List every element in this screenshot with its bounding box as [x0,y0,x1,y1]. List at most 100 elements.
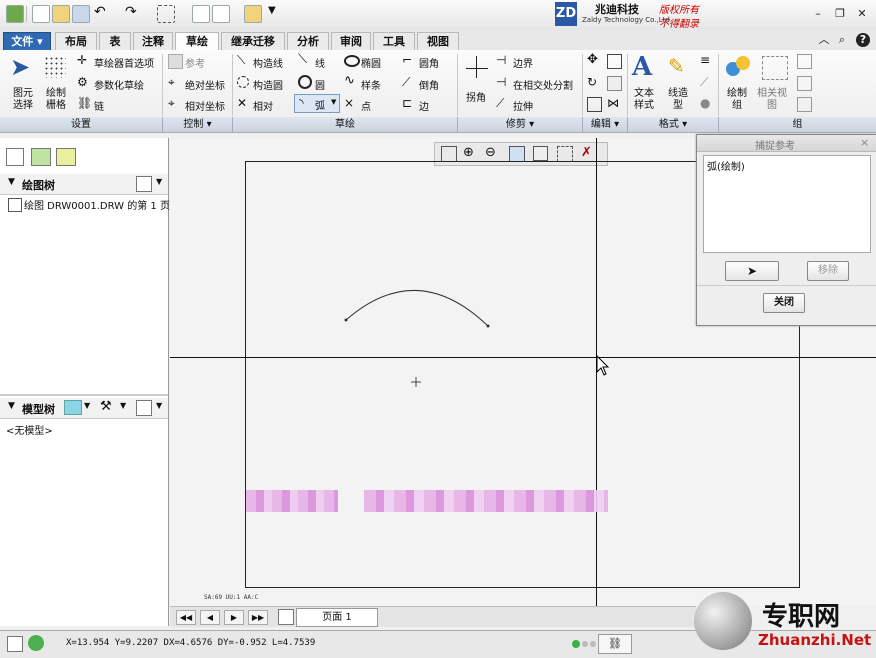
fillet-button[interactable]: 圆角 [419,55,439,70]
minimize-icon[interactable]: – [812,8,824,20]
format-more-icon[interactable]: ● [700,97,713,110]
new-page-icon[interactable] [278,609,294,625]
line-style-button[interactable]: 线造 型 [668,88,688,112]
windows-icon[interactable] [212,5,230,23]
group-trim-label[interactable]: 修剪 ▾ [458,117,583,132]
draw-group-button[interactable]: 绘制 组 [727,88,747,112]
tab-review[interactable]: 审阅 [331,32,371,50]
copy-icon[interactable] [607,54,622,69]
tab-legacy-migration[interactable]: 继承迁移 [221,32,285,50]
tools-dropdown-icon[interactable]: ▼ [120,401,126,410]
next-page-icon[interactable]: ▶ [224,610,244,625]
tab-file[interactable]: 文件 ▾ [3,32,51,50]
tools-icon[interactable]: ⚒ [100,399,112,414]
edge-button[interactable]: 边 [419,98,429,113]
model-settings-icon[interactable] [136,400,152,416]
model-settings-dropdown-icon[interactable]: ▼ [156,401,162,410]
constr-circle-button[interactable]: 构造圆 [253,77,283,92]
collapse-ribbon-icon[interactable]: ︿ [818,34,830,46]
select-reference-button[interactable]: ➤ [725,261,779,281]
point-button[interactable]: 点 [361,98,371,113]
help-icon[interactable]: ? [856,33,870,47]
tab-table[interactable]: 表 [99,32,131,50]
spline-button[interactable]: 样条 [361,77,381,92]
mirror-icon[interactable]: ⋈ [607,97,620,110]
group-edit-label[interactable]: 编辑 ▾ [583,117,628,132]
close-window-icon[interactable] [244,5,262,23]
scale-icon[interactable] [607,76,622,91]
layers-tab-icon[interactable] [31,148,51,166]
group-tool-icon-1[interactable] [797,54,812,69]
corner-button[interactable]: 拐角 [466,89,486,104]
tree-tab-icon[interactable] [6,148,24,166]
collapse-icon[interactable]: ▼ [8,177,15,187]
collapse-icon[interactable]: ▼ [8,401,15,411]
remove-button[interactable]: 移除 [807,261,849,281]
resize-icon[interactable] [587,97,602,112]
tab-tools[interactable]: 工具 [373,32,415,50]
reference-button[interactable]: 参考 [185,55,205,70]
select-box-icon[interactable] [157,5,175,23]
find-icon[interactable]: ⛓ [598,634,632,654]
drawing-tree-item[interactable]: 绘图 DRW0001.DRW 的第 1 页 [24,197,170,212]
tab-view[interactable]: 视图 [417,32,459,50]
app-icon[interactable] [6,5,24,23]
navigator-toggle-icon[interactable] [7,636,23,652]
arrow-style-icon[interactable]: ⟋ [700,76,713,89]
tab-sketch[interactable]: 草绘 [175,32,219,52]
ellipse-button[interactable]: 椭圆 [361,55,381,70]
chain-button[interactable]: 链 [94,98,104,113]
reference-list-item[interactable]: 弧(绘制) [707,158,745,173]
group-tool-icon-3[interactable] [797,97,812,112]
circle-button[interactable]: 圆 [315,77,325,92]
rel-coord-button[interactable]: 相对坐标 [185,98,225,113]
model-display-dropdown-icon[interactable]: ▼ [84,401,90,410]
open-folder-icon[interactable] [52,5,70,23]
draw-grid-button[interactable]: 绘制 栅格 [42,88,70,112]
hatch-icon[interactable]: ≡ [700,54,713,67]
dialog-close-icon[interactable]: × [860,136,869,149]
group-tool-icon-2[interactable] [797,76,812,91]
last-page-icon[interactable]: ▶▶ [248,610,268,625]
new-file-icon[interactable] [32,5,50,23]
regenerate-icon[interactable] [192,5,210,23]
browser-toggle-icon[interactable] [28,635,44,651]
close-icon[interactable]: ✕ [856,8,868,20]
search-icon[interactable]: ⌕ [836,34,848,46]
redo-icon[interactable]: ↷ [125,5,141,21]
prev-page-icon[interactable]: ◀ [200,610,220,625]
abs-coord-button[interactable]: 绝对坐标 [185,77,225,92]
save-icon[interactable] [72,5,90,23]
reference-list[interactable]: 弧(绘制) [703,155,871,253]
tab-annotate[interactable]: 注释 [133,32,173,50]
page-tab[interactable]: 页面 1 [296,608,378,627]
chamfer-button[interactable]: 倒角 [419,77,439,92]
rotate-icon[interactable]: ↻ [587,76,600,89]
param-sketch-button[interactable]: 参数化草绘 [94,77,144,92]
boundary-button[interactable]: 边界 [513,55,533,70]
group-control-label[interactable]: 控制 ▾ [163,117,233,132]
sketch-prefs-button[interactable]: 草绘器首选项 [94,55,154,70]
tree-settings-dropdown-icon[interactable]: ▼ [156,177,162,186]
move-icon[interactable]: ✥ [587,53,600,67]
tab-layout[interactable]: 布局 [55,32,97,50]
undo-icon[interactable]: ↶ [94,5,110,21]
group-format-label[interactable]: 格式 ▾ [628,117,719,132]
favorites-tab-icon[interactable] [56,148,76,166]
restore-icon[interactable]: ❐ [834,8,846,20]
model-display-icon[interactable] [64,400,82,415]
tree-settings-icon[interactable] [136,176,152,192]
first-page-icon[interactable]: ◀◀ [176,610,196,625]
related-view-button[interactable]: 相关视 图 [757,88,787,112]
relative-button[interactable]: 相对 [253,98,273,113]
line-button[interactable]: 线 [315,55,325,70]
stretch-button[interactable]: 拉伸 [513,98,533,113]
constr-line-button[interactable]: 构造线 [253,55,283,70]
tab-analysis[interactable]: 分析 [287,32,329,50]
close-button[interactable]: 关闭 [763,293,805,313]
customize-dropdown-icon[interactable]: ▼ [268,5,284,21]
text-style-button[interactable]: 文本 样式 [634,88,654,112]
select-button[interactable]: 图元 选择 [9,88,37,112]
split-button[interactable]: 在相交处分割 [513,77,573,92]
arc-button[interactable]: ◝ 弧 ▼ [294,94,340,113]
